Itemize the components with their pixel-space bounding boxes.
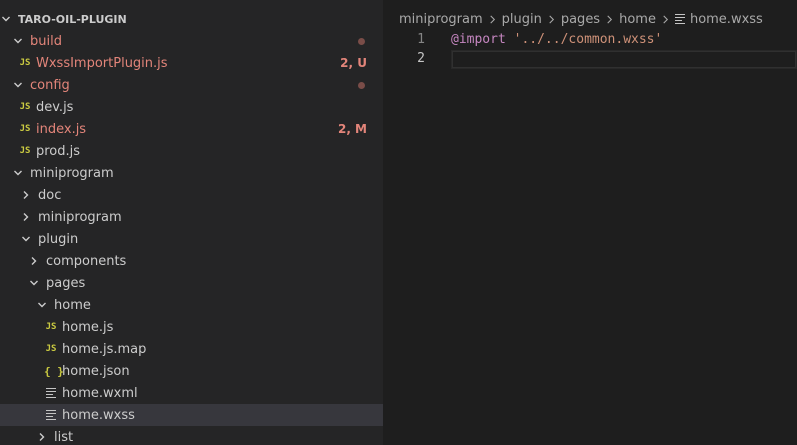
- code-line[interactable]: 1 @import '../../common.wxss': [383, 30, 797, 49]
- chevron-right-icon: [20, 211, 32, 223]
- tree-item-label: list: [54, 429, 74, 445]
- tree-item-label: prod.js: [36, 143, 81, 159]
- tree-item-label: home.json: [62, 363, 130, 379]
- breadcrumb-item[interactable]: plugin: [502, 12, 542, 27]
- tree-item-label: dev.js: [36, 99, 74, 115]
- tree-file-home-wxml[interactable]: home.wxml: [0, 382, 383, 404]
- js-file-icon: JS: [19, 58, 31, 68]
- code-keyword: @import: [451, 32, 506, 47]
- tree-file-wxssimportplugin[interactable]: JS WxssImportPlugin.js 2, U: [0, 52, 383, 74]
- tree-item-label: home.js.map: [62, 341, 147, 357]
- tree-folder-config[interactable]: config: [0, 74, 383, 96]
- line-number: 2: [417, 51, 425, 66]
- tree-item-label: components: [46, 253, 127, 269]
- explorer-sidebar: TARO-OIL-PLUGIN build JS WxssImportPlugi…: [0, 0, 383, 445]
- chevron-down-icon: [20, 233, 32, 245]
- explorer-root-header[interactable]: TARO-OIL-PLUGIN: [0, 8, 383, 30]
- js-file-icon: JS: [19, 102, 31, 112]
- code-string: '../../common.wxss': [513, 32, 663, 47]
- tree-file-index-js[interactable]: JS index.js 2, M: [0, 118, 383, 140]
- tree-item-label: home.js: [62, 319, 114, 335]
- chevron-right-icon: [661, 15, 670, 24]
- js-file-icon: JS: [19, 124, 31, 134]
- tree-item-label: pages: [46, 275, 86, 291]
- tree-folder-miniprogram-sub[interactable]: miniprogram: [0, 206, 383, 228]
- tree-file-dev-js[interactable]: JS dev.js: [0, 96, 383, 118]
- tree-folder-components[interactable]: components: [0, 250, 383, 272]
- tree-folder-doc[interactable]: doc: [0, 184, 383, 206]
- tree-item-label: build: [30, 33, 62, 49]
- tree-folder-home[interactable]: home: [0, 294, 383, 316]
- chevron-down-icon: [28, 277, 40, 289]
- json-file-icon: { }: [44, 364, 64, 378]
- js-file-icon: JS: [45, 344, 57, 354]
- chevron-down-icon: [36, 299, 48, 311]
- breadcrumb: miniprogram plugin pages home home.wxss: [399, 9, 763, 29]
- tree-folder-miniprogram[interactable]: miniprogram: [0, 162, 383, 184]
- chevron-down-icon: [12, 79, 24, 91]
- chevron-down-icon: [12, 35, 24, 47]
- tree-item-label: miniprogram: [30, 165, 114, 181]
- line-number: 1: [417, 32, 425, 47]
- js-file-icon: JS: [45, 322, 57, 332]
- js-file-icon: JS: [19, 146, 31, 156]
- tree-file-prod-js[interactable]: JS prod.js: [0, 140, 383, 162]
- tree-folder-pages[interactable]: pages: [0, 272, 383, 294]
- code-editor[interactable]: miniprogram plugin pages home home.wxss …: [383, 0, 797, 445]
- breadcrumb-item[interactable]: home: [619, 12, 656, 27]
- chevron-down-icon: [0, 13, 12, 25]
- tree-item-label: plugin: [38, 231, 79, 247]
- modified-dot: [358, 81, 365, 89]
- modified-dot: [358, 37, 365, 45]
- chevron-down-icon: [12, 167, 24, 179]
- text-file-icon: [46, 410, 56, 420]
- text-file-icon: [674, 14, 685, 24]
- status-badge: 2, U: [340, 56, 367, 70]
- breadcrumb-item[interactable]: home.wxss: [690, 12, 763, 27]
- tree-item-label: index.js: [36, 121, 87, 137]
- code-text[interactable]: @import '../../common.wxss': [451, 32, 662, 47]
- chevron-right-icon: [28, 255, 40, 267]
- tree-item-label: home: [54, 297, 91, 313]
- tree-folder-build[interactable]: build: [0, 30, 383, 52]
- chevron-right-icon: [488, 15, 497, 24]
- breadcrumb-item[interactable]: miniprogram: [399, 12, 483, 27]
- tree-file-home-wxss[interactable]: home.wxss: [0, 404, 383, 426]
- tree-file-home-json[interactable]: { } home.json: [0, 360, 383, 382]
- tree-item-label: home.wxml: [62, 385, 138, 401]
- tree-item-label: miniprogram: [38, 209, 122, 225]
- tree-item-label: WxssImportPlugin.js: [36, 55, 168, 71]
- tree-item-label: config: [30, 77, 70, 93]
- tree-item-label: home.wxss: [62, 407, 135, 423]
- chevron-right-icon: [605, 15, 614, 24]
- tree-file-home-js[interactable]: JS home.js: [0, 316, 383, 338]
- explorer-root-label: TARO-OIL-PLUGIN: [18, 12, 127, 26]
- code-line[interactable]: 2: [383, 49, 797, 68]
- tree-file-home-js-map[interactable]: JS home.js.map: [0, 338, 383, 360]
- text-file-icon: [46, 388, 56, 398]
- status-badge: 2, M: [337, 122, 367, 136]
- tree-folder-plugin[interactable]: plugin: [0, 228, 383, 250]
- tree-folder-list[interactable]: list: [0, 426, 383, 445]
- tree-item-label: doc: [38, 187, 62, 203]
- chevron-right-icon: [36, 431, 48, 443]
- chevron-right-icon: [20, 189, 32, 201]
- chevron-right-icon: [547, 15, 556, 24]
- breadcrumb-item[interactable]: pages: [561, 12, 600, 27]
